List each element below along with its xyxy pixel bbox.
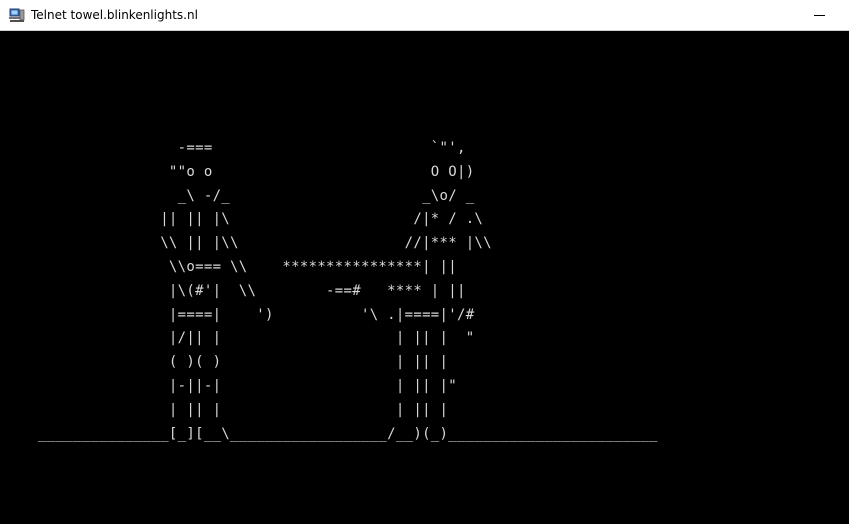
- terminal-line: || || |\ /|* / .\: [38, 211, 484, 228]
- terminal-line: |====| ') '\ .|====|'/#: [38, 306, 475, 323]
- terminal-line: |-||-| | || |": [38, 377, 457, 394]
- window-title: Telnet towel.blinkenlights.nl: [31, 8, 198, 22]
- terminal-line: _______________[_][__\__________________…: [38, 425, 658, 442]
- minimize-button[interactable]: [800, 0, 840, 30]
- terminal-line: -=== `"',: [38, 140, 466, 156]
- terminal-line: ( )( ) | || |: [38, 354, 449, 371]
- title-bar[interactable]: Telnet towel.blinkenlights.nl: [0, 0, 849, 31]
- terminal-console[interactable]: -=== `"', ""o o O O|) _\ -/_ _\o/ _ || |…: [0, 31, 849, 524]
- minimize-icon: [814, 15, 825, 16]
- terminal-line: _\ -/_ _\o/ _: [38, 187, 475, 204]
- ascii-art-output: -=== `"', ""o o O O|) _\ -/_ _\o/ _ || |…: [38, 137, 658, 446]
- terminal-line: \\ || |\\ //|*** |\\: [38, 235, 492, 252]
- terminal-line: | || | | || |: [38, 401, 449, 418]
- telnet-terminal-icon[interactable]: [9, 7, 25, 23]
- terminal-line: ""o o O O|): [38, 163, 475, 180]
- terminal-line: \\o=== \\ ****************| ||: [38, 258, 457, 275]
- terminal-line: |\(#'| \\ -==# **** | ||: [38, 282, 466, 299]
- telnet-window: Telnet towel.blinkenlights.nl -=== `"', …: [0, 0, 849, 524]
- terminal-line: |/|| | | || | ": [38, 330, 475, 347]
